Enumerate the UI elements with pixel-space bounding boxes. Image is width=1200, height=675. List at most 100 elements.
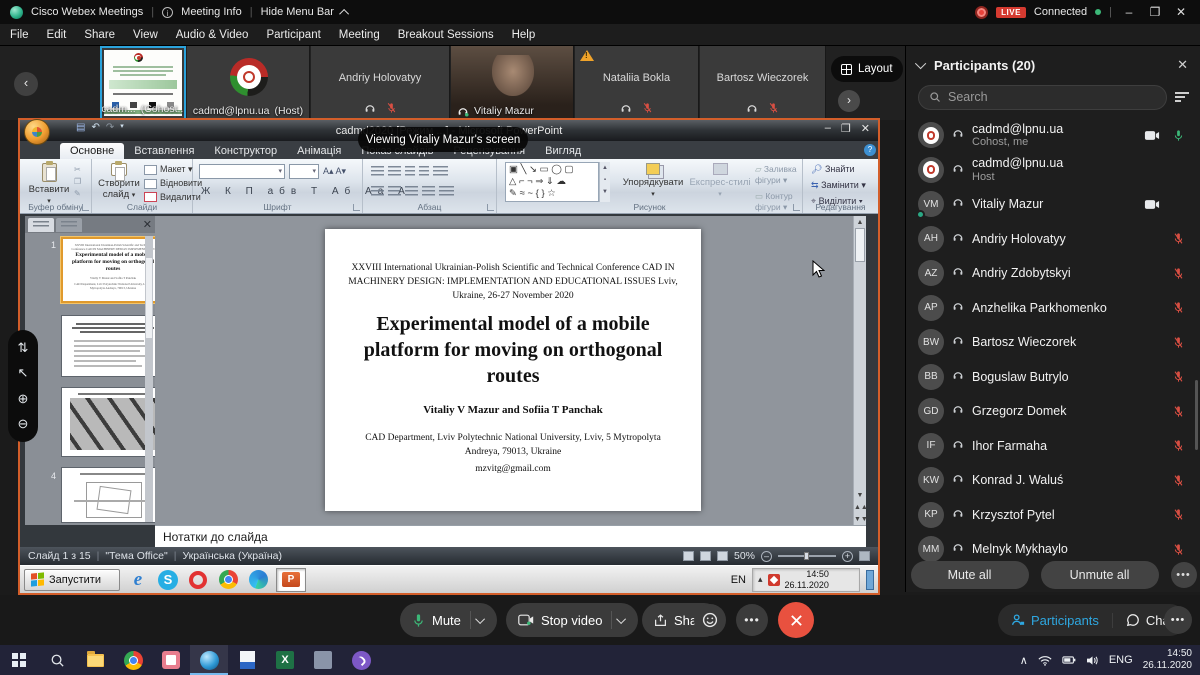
mute-button[interactable]: Mute	[400, 603, 497, 637]
tray-expand-chevron[interactable]: ∧	[1020, 654, 1028, 667]
menu-item-meeting[interactable]: Meeting	[339, 29, 380, 41]
tray-expand-icon[interactable]: ▴	[758, 574, 763, 585]
edge-icon[interactable]	[246, 568, 270, 592]
participant-row-andriy-holovatyy-3[interactable]: AHAndriy Holovatyy	[906, 222, 1200, 257]
arrange-button[interactable]: Упорядкувати▾	[621, 163, 685, 200]
zoom-in-icon[interactable]: ⊕	[18, 391, 29, 407]
excel-icon[interactable]: X	[266, 645, 304, 675]
participants-scrollbar[interactable]	[1195, 380, 1198, 450]
language-status[interactable]: Українська (Україна)	[182, 550, 282, 562]
start-button[interactable]: Запустити	[24, 569, 120, 591]
hide-menu-bar-button[interactable]: Hide Menu Bar	[261, 6, 334, 18]
video-tile-wieczorek[interactable]: Bartosz Wieczorek	[700, 46, 826, 120]
more-options-button[interactable]: •••	[736, 604, 768, 636]
layout-button[interactable]: Layout	[831, 56, 903, 82]
ppt-close-button[interactable]: ✕	[861, 122, 870, 135]
participant-row-grzegorz-domek-8[interactable]: GDGrzegorz Domek	[906, 394, 1200, 429]
zoom-out-button[interactable]: –	[761, 551, 772, 562]
stop-video-button[interactable]: Stop video	[506, 603, 638, 637]
font-name-dropdown[interactable]	[199, 164, 285, 179]
participant-row-cadmd-lpnu-ua-0[interactable]: cadmd@lpnu.uaCohost, me	[906, 118, 1200, 153]
file-explorer-icon[interactable]	[76, 645, 114, 675]
ppt-tab-[interactable]: Вигляд	[535, 143, 591, 159]
next-slide-button[interactable]: ▼▼	[854, 516, 866, 523]
participant-row-cadmd-lpnu-ua-1[interactable]: cadmd@lpnu.uaHost	[906, 153, 1200, 188]
wifi-icon[interactable]	[1038, 655, 1052, 666]
quick-styles-button[interactable]: Експрес-стилі▾	[689, 163, 751, 200]
shape-fill-button[interactable]: ▱ Заливка фігури ▾	[755, 164, 802, 186]
dialog-launcher-icon[interactable]	[82, 204, 89, 211]
previous-slide-button[interactable]: ▲▲	[854, 504, 866, 511]
battery-icon[interactable]	[1062, 655, 1076, 665]
menu-item-audio-video[interactable]: Audio & Video	[176, 29, 249, 41]
participants-more-button[interactable]: •••	[1171, 562, 1197, 588]
font-size-dropdown[interactable]	[289, 164, 319, 179]
annotate-arrows-icon[interactable]: ⇅	[18, 340, 29, 356]
collapse-chevron-icon[interactable]	[915, 58, 926, 69]
list-indent-buttons[interactable]	[371, 165, 452, 183]
input-language[interactable]: ENG	[1109, 654, 1133, 666]
leave-meeting-button[interactable]	[778, 602, 814, 638]
video-tile-host[interactable]: cadmd@lpnu.ua (Host)	[187, 46, 310, 120]
filmstrip-scroll-left-button[interactable]: ‹	[14, 72, 38, 96]
menu-item-view[interactable]: View	[133, 29, 158, 41]
slides-tab[interactable]	[28, 218, 54, 232]
blue-document-app-icon[interactable]	[228, 645, 266, 675]
office-button[interactable]	[24, 119, 50, 145]
close-panel-button[interactable]: ✕	[1177, 57, 1188, 73]
ppt-restore-button[interactable]: ❐	[841, 122, 851, 135]
pink-app-icon[interactable]	[152, 645, 190, 675]
webex-taskbar-icon[interactable]	[190, 645, 228, 675]
pointer-icon[interactable]: ↖	[18, 365, 29, 381]
taskbar-clock[interactable]: 14:5026.11.2020	[1143, 648, 1192, 673]
menu-item-share[interactable]: Share	[84, 29, 115, 41]
video-tile-holovatyy[interactable]: Andriy Holovatyy	[311, 46, 450, 120]
ppt-tab-[interactable]: Вставлення	[124, 143, 204, 159]
menu-item-file[interactable]: File	[10, 29, 29, 41]
grow-shrink-font-buttons[interactable]: A▴ A▾	[323, 166, 346, 177]
powerpoint-taskbar-button[interactable]: P	[276, 568, 306, 592]
keyboard-language[interactable]: EN	[731, 574, 746, 586]
gray-app-icon[interactable]	[304, 645, 342, 675]
slideshow-view-icon[interactable]	[717, 551, 728, 561]
participant-row-vitaliy-mazur-2[interactable]: VMVitaliy Mazur	[906, 187, 1200, 222]
help-icon[interactable]: ?	[864, 144, 876, 156]
participant-row-ihor-farmaha-9[interactable]: IFIhor Farmaha	[906, 429, 1200, 464]
mute-all-button[interactable]: Mute all	[911, 561, 1029, 589]
participant-row-konrad-j-walu-10[interactable]: KWKonrad J. Waluś	[906, 463, 1200, 498]
dialog-launcher-icon[interactable]	[353, 204, 360, 211]
participant-row-anzhelika-parkhomenko-5[interactable]: APAnzhelika Parkhomenko	[906, 291, 1200, 326]
slide-sorter-icon[interactable]	[700, 551, 711, 561]
minimize-button[interactable]: –	[1120, 5, 1138, 19]
zoom-slider[interactable]	[778, 555, 836, 557]
participant-row-boguslaw-butrylo-7[interactable]: BBBoguslaw Butrylo	[906, 360, 1200, 395]
new-slide-button[interactable]: Створити слайд ▾	[96, 163, 142, 201]
chrome-icon[interactable]	[216, 568, 240, 592]
participant-row-bartosz-wieczorek-6[interactable]: BWBartosz Wieczorek	[906, 325, 1200, 360]
ppt-tab-[interactable]: Анімація	[287, 143, 351, 159]
menu-item-help[interactable]: Help	[512, 29, 536, 41]
close-pane-icon[interactable]: ✕	[143, 218, 152, 231]
video-options-chevron[interactable]	[617, 614, 627, 624]
shapes-scrollbar[interactable]: ▲▪▼	[599, 162, 610, 202]
shapes-gallery[interactable]: ▣ ╲ ↘ ▭ ◯ ▢△ ⌐ ¬ ⇒ ⇓ ☁✎ ≈ ~ { } ☆	[505, 162, 599, 202]
close-button[interactable]: ✕	[1172, 5, 1190, 19]
start-menu-button[interactable]	[0, 645, 38, 675]
align-buttons[interactable]	[371, 185, 458, 203]
outline-tab[interactable]	[56, 218, 82, 232]
thumbnail-scrollbar[interactable]	[145, 236, 153, 522]
show-desktop-button[interactable]	[866, 570, 874, 590]
dialog-launcher-icon[interactable]	[793, 204, 800, 211]
chrome-icon[interactable]	[114, 645, 152, 675]
ppt-tab-[interactable]: Конструктор	[204, 143, 287, 159]
fit-to-window-icon[interactable]	[859, 551, 870, 561]
notes-pane[interactable]: Нотатки до слайда	[155, 525, 866, 547]
video-tile-bokla[interactable]: Nataliia Bokla	[575, 46, 699, 120]
video-tile-cohost[interactable]: cadm... (Cohost...)	[100, 46, 186, 120]
menu-item-edit[interactable]: Edit	[47, 29, 67, 41]
ie-icon[interactable]: e	[126, 568, 150, 592]
record-icon[interactable]	[975, 6, 988, 19]
filmstrip-scroll-right-button[interactable]: ›	[838, 90, 860, 112]
title-slide[interactable]: XXVIII International Ukrainian-Polish Sc…	[325, 229, 701, 511]
skype-icon[interactable]: S	[156, 568, 180, 592]
